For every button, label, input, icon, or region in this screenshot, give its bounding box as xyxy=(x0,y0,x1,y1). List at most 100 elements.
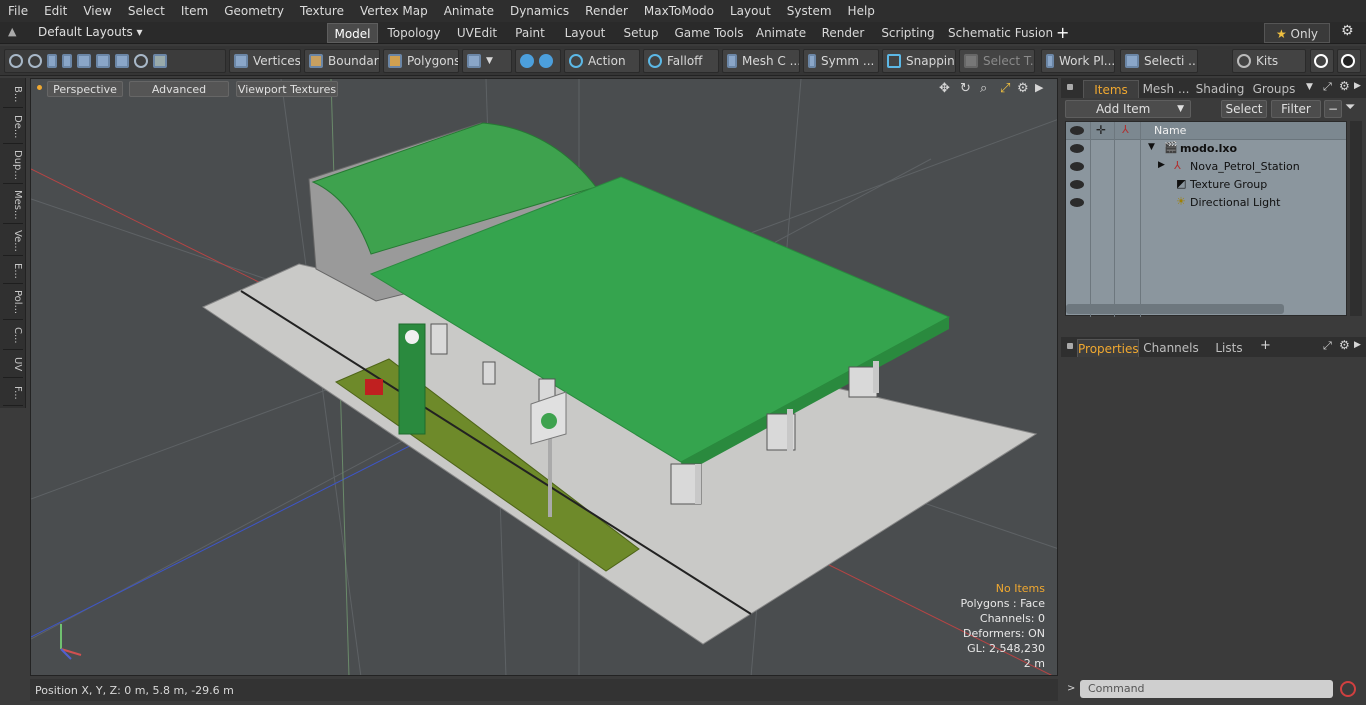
tree-row-light[interactable]: ☀ Directional Light xyxy=(1066,194,1346,212)
tab-setup[interactable]: Setup xyxy=(618,23,664,43)
menu-vertex-map[interactable]: Vertex Map xyxy=(352,4,436,18)
menu-dynamics[interactable]: Dynamics xyxy=(502,4,577,18)
tab-render[interactable]: Render xyxy=(818,23,868,43)
item-mode-button[interactable]: ▼ xyxy=(462,49,512,73)
selection-sets-button[interactable]: Selecti ... xyxy=(1120,49,1198,73)
vtab-duplicate[interactable]: Dup... xyxy=(3,146,23,184)
menu-maxtomodo[interactable]: MaxToModo xyxy=(636,4,722,18)
tab-lists[interactable]: Lists xyxy=(1207,339,1251,357)
add-item-dropdown[interactable]: Add Item ▼ xyxy=(1065,100,1191,118)
filter-funnel-icon[interactable]: ⏷ xyxy=(1345,100,1355,115)
tree-row-texture-group[interactable]: ◩ Texture Group xyxy=(1066,176,1346,194)
maximize-icon[interactable]: ⤢ xyxy=(1000,81,1010,96)
name-column-header[interactable]: Name xyxy=(1154,124,1186,137)
advanced-button[interactable]: Advanced xyxy=(129,81,229,97)
viewport-scene[interactable] xyxy=(31,79,1058,676)
tree-row-scene[interactable]: ▼ 🎬 modo.lxo xyxy=(1066,140,1346,158)
filter-button[interactable]: Filter xyxy=(1271,100,1321,118)
center-icon[interactable] xyxy=(115,54,129,68)
menu-select[interactable]: Select xyxy=(120,4,173,18)
add-tab-icon[interactable]: + xyxy=(1260,338,1271,353)
vtab-mesh-edit[interactable]: Mes... xyxy=(3,186,23,224)
select-button[interactable]: Select xyxy=(1221,100,1267,118)
symmetry-button[interactable]: Symm ... xyxy=(803,49,879,73)
collapse-button[interactable]: − xyxy=(1324,100,1342,118)
visibility-header-icon[interactable] xyxy=(1070,126,1084,135)
panel-gear-icon[interactable]: ⚙ xyxy=(1339,79,1350,93)
eye-icon[interactable] xyxy=(1070,198,1084,207)
properties-arrow-icon[interactable]: ▶ xyxy=(1354,340,1361,350)
expand-arrow-icon[interactable]: ▶ xyxy=(1158,160,1165,170)
globe-icon[interactable] xyxy=(28,54,42,68)
properties-menu-icon[interactable] xyxy=(1067,343,1073,349)
brush-icon[interactable] xyxy=(62,54,72,68)
menu-help[interactable]: Help xyxy=(840,4,883,18)
eye-icon[interactable] xyxy=(1070,180,1084,189)
circle-select-icon[interactable] xyxy=(9,54,23,68)
tab-items[interactable]: Items xyxy=(1083,80,1139,98)
viewport-3d[interactable]: Perspective Advanced Viewport Textures ✥… xyxy=(30,78,1058,676)
vtab-edge[interactable]: E... xyxy=(3,258,23,284)
viewport-settings-icon[interactable]: ⚙ xyxy=(1017,81,1029,96)
tab-game-tools[interactable]: Game Tools xyxy=(674,23,744,43)
vtab-polygon[interactable]: Pol... xyxy=(3,286,23,320)
select-through-button[interactable]: Select T... xyxy=(959,49,1035,73)
kits-button[interactable]: Kits xyxy=(1232,49,1306,73)
panel-menu-icon[interactable] xyxy=(1067,84,1073,90)
pen-icon[interactable] xyxy=(47,54,57,68)
menu-render[interactable]: Render xyxy=(577,4,636,18)
chevron-right-icon[interactable]: ▶ xyxy=(1035,81,1043,94)
transform-icon[interactable] xyxy=(96,54,110,68)
gear-icon[interactable]: ⚙ xyxy=(1341,23,1354,39)
action-button[interactable]: Action xyxy=(564,49,640,73)
command-input[interactable]: Command xyxy=(1080,680,1333,698)
tab-mesh[interactable]: Mesh ... xyxy=(1141,80,1191,98)
vtab-uv[interactable]: UV xyxy=(3,352,23,378)
boundary-button[interactable]: Boundary xyxy=(304,49,380,73)
tab-properties[interactable]: Properties xyxy=(1077,339,1139,357)
tab-paint[interactable]: Paint xyxy=(510,23,550,43)
polygons-button[interactable]: Polygons xyxy=(383,49,459,73)
tab-animate[interactable]: Animate xyxy=(754,23,808,43)
menu-item[interactable]: Item xyxy=(173,4,216,18)
record-macro-icon[interactable] xyxy=(1340,681,1356,697)
falloff-button[interactable]: Falloff xyxy=(643,49,719,73)
vtab-vertex[interactable]: Ve... xyxy=(3,226,23,256)
rotate-icon[interactable]: ↻ xyxy=(960,81,971,96)
align-icon[interactable] xyxy=(77,54,91,68)
eye-icon[interactable] xyxy=(1070,144,1084,153)
properties-expand-icon[interactable]: ⤢ xyxy=(1323,339,1332,353)
pan-icon[interactable]: ✥ xyxy=(939,81,950,96)
add-tab-icon[interactable]: + xyxy=(1056,23,1069,42)
menu-animate[interactable]: Animate xyxy=(436,4,502,18)
tab-channels[interactable]: Channels xyxy=(1143,339,1199,357)
lock-header-icon[interactable]: ✛ xyxy=(1096,123,1106,137)
tab-uvedit[interactable]: UVEdit xyxy=(452,23,502,43)
menu-edit[interactable]: Edit xyxy=(36,4,75,18)
menu-geometry[interactable]: Geometry xyxy=(216,4,292,18)
vertices-button[interactable]: Vertices xyxy=(229,49,301,73)
menu-view[interactable]: View xyxy=(75,4,119,18)
menu-layout[interactable]: Layout xyxy=(722,4,779,18)
vtab-fusion[interactable]: F... xyxy=(3,380,23,406)
tab-shading[interactable]: Shading xyxy=(1193,80,1247,98)
menu-file[interactable]: File xyxy=(0,4,36,18)
layout-arrow-icon[interactable]: ▲ xyxy=(8,25,16,38)
viewport-textures-button[interactable]: Viewport Textures xyxy=(236,81,338,97)
unity-button[interactable] xyxy=(1310,49,1334,73)
tab-topology[interactable]: Topology xyxy=(384,23,444,43)
tree-horizontal-scrollbar[interactable] xyxy=(1066,304,1284,314)
tabs-dropdown-icon[interactable]: ▼ xyxy=(1306,82,1313,92)
vtab-curve[interactable]: C... xyxy=(3,322,23,350)
locator-header-icon[interactable]: ⅄ xyxy=(1122,123,1129,136)
expand-arrow-icon[interactable]: ▼ xyxy=(1148,142,1155,152)
mesh-constraint-button[interactable]: Mesh C ... xyxy=(722,49,800,73)
tree-vertical-scrollbar[interactable] xyxy=(1350,121,1362,316)
symmetry-toggle[interactable] xyxy=(515,49,561,73)
panel-expand-icon[interactable]: ⤢ xyxy=(1323,80,1332,94)
tab-groups[interactable]: Groups xyxy=(1249,80,1299,98)
tree-row-mesh[interactable]: ▶ ⅄ Nova_Petrol_Station xyxy=(1066,158,1346,176)
tab-layout[interactable]: Layout xyxy=(560,23,610,43)
tab-scripting[interactable]: Scripting xyxy=(878,23,938,43)
only-toggle[interactable]: ★ Only xyxy=(1264,23,1330,43)
